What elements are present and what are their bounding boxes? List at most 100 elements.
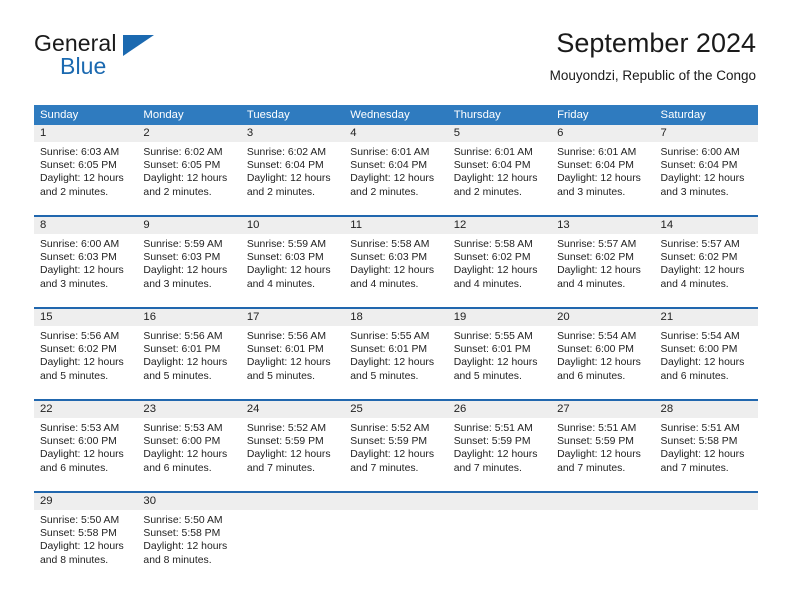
week-row: 22 Sunrise: 5:53 AM Sunset: 6:00 PM Dayl… xyxy=(34,399,758,483)
brand-name-general: General xyxy=(34,30,117,56)
sunrise-text: Sunrise: 5:53 AM xyxy=(143,423,223,434)
day-details: Sunrise: 5:52 AM Sunset: 5:59 PM Dayligh… xyxy=(241,418,344,475)
day-cell[interactable]: 10 Sunrise: 5:59 AM Sunset: 6:03 PM Dayl… xyxy=(240,217,345,299)
daylight-text-line2: and 3 minutes. xyxy=(660,186,729,198)
day-details: Sunrise: 5:58 AM Sunset: 6:03 PM Dayligh… xyxy=(344,234,447,291)
day-cell[interactable]: 20 Sunrise: 5:54 AM Sunset: 6:00 PM Dayl… xyxy=(551,309,655,391)
sunset-text: Sunset: 5:59 PM xyxy=(557,436,634,448)
day-details: Sunrise: 5:51 AM Sunset: 5:58 PM Dayligh… xyxy=(655,418,758,475)
day-cell-empty xyxy=(447,493,552,575)
sunrise-text: Sunrise: 5:54 AM xyxy=(660,331,740,342)
daylight-text-line1: Daylight: 12 hours xyxy=(143,173,228,185)
daylight-text-line1: Daylight: 12 hours xyxy=(350,449,435,461)
title-block: September 2024 Mouyondzi, Republic of th… xyxy=(550,28,756,84)
daylight-text-line2: and 7 minutes. xyxy=(246,462,316,474)
sunset-text: Sunset: 6:05 PM xyxy=(40,160,117,172)
day-cell[interactable]: 27 Sunrise: 5:51 AM Sunset: 5:59 PM Dayl… xyxy=(551,401,655,483)
sunset-text: Sunset: 6:01 PM xyxy=(453,344,531,356)
daylight-text-line1: Daylight: 12 hours xyxy=(246,449,331,461)
day-cell[interactable]: 21 Sunrise: 5:54 AM Sunset: 6:00 PM Dayl… xyxy=(654,309,758,391)
day-cell[interactable]: 15 Sunrise: 5:56 AM Sunset: 6:02 PM Dayl… xyxy=(34,309,138,391)
sunrise-text: Sunrise: 5:52 AM xyxy=(350,423,430,434)
day-cell[interactable]: 5 Sunrise: 6:01 AM Sunset: 6:04 PM Dayli… xyxy=(447,125,552,207)
daylight-text-line1: Daylight: 12 hours xyxy=(246,265,331,277)
day-cell[interactable]: 3 Sunrise: 6:02 AM Sunset: 6:04 PM Dayli… xyxy=(240,125,345,207)
day-cell[interactable]: 14 Sunrise: 5:57 AM Sunset: 6:02 PM Dayl… xyxy=(654,217,758,299)
day-cell-empty xyxy=(654,493,758,575)
sunset-text: Sunset: 6:03 PM xyxy=(143,252,221,264)
day-cell[interactable]: 16 Sunrise: 5:56 AM Sunset: 6:01 PM Dayl… xyxy=(137,309,241,391)
sunrise-text: Sunrise: 5:57 AM xyxy=(557,239,637,250)
daylight-text-line1: Daylight: 12 hours xyxy=(350,173,435,185)
day-number xyxy=(344,493,448,510)
day-details: Sunrise: 6:01 AM Sunset: 6:04 PM Dayligh… xyxy=(448,142,551,199)
daylight-text-line2: and 2 minutes. xyxy=(350,186,419,198)
day-cell[interactable]: 24 Sunrise: 5:52 AM Sunset: 5:59 PM Dayl… xyxy=(240,401,345,483)
sunset-text: Sunset: 6:03 PM xyxy=(246,252,324,264)
daylight-text-line1: Daylight: 12 hours xyxy=(557,265,641,277)
day-details: Sunrise: 6:02 AM Sunset: 6:04 PM Dayligh… xyxy=(241,142,344,199)
daylight-text-line1: Daylight: 12 hours xyxy=(453,265,538,277)
day-cell[interactable]: 25 Sunrise: 5:52 AM Sunset: 5:59 PM Dayl… xyxy=(344,401,448,483)
day-cell[interactable]: 7 Sunrise: 6:00 AM Sunset: 6:04 PM Dayli… xyxy=(654,125,758,207)
day-cell[interactable]: 26 Sunrise: 5:51 AM Sunset: 5:59 PM Dayl… xyxy=(447,401,552,483)
daylight-text-line1: Daylight: 12 hours xyxy=(350,265,435,277)
sunrise-text: Sunrise: 5:59 AM xyxy=(143,239,223,250)
sunset-text: Sunset: 6:04 PM xyxy=(246,160,324,172)
day-cell[interactable]: 9 Sunrise: 5:59 AM Sunset: 6:03 PM Dayli… xyxy=(137,217,241,299)
day-cell-empty xyxy=(344,493,448,575)
sunset-text: Sunset: 6:02 PM xyxy=(660,252,738,264)
sunrise-text: Sunrise: 5:56 AM xyxy=(143,331,223,342)
day-number xyxy=(240,493,345,510)
day-cell[interactable]: 23 Sunrise: 5:53 AM Sunset: 6:00 PM Dayl… xyxy=(137,401,241,483)
weekday-header-wednesday: Wednesday xyxy=(350,109,410,121)
daylight-text-line1: Daylight: 12 hours xyxy=(660,265,745,277)
daylight-text-line1: Daylight: 12 hours xyxy=(40,173,124,185)
daylight-text-line1: Daylight: 12 hours xyxy=(246,357,331,369)
day-details: Sunrise: 5:51 AM Sunset: 5:59 PM Dayligh… xyxy=(551,418,654,475)
sunset-text: Sunset: 6:00 PM xyxy=(40,436,117,448)
day-cell[interactable]: 22 Sunrise: 5:53 AM Sunset: 6:00 PM Dayl… xyxy=(34,401,138,483)
day-cell[interactable]: 2 Sunrise: 6:02 AM Sunset: 6:05 PM Dayli… xyxy=(137,125,241,207)
day-cell-empty xyxy=(240,493,345,575)
calendar-page: General Blue September 2024 Mouyondzi, R… xyxy=(0,0,792,612)
daylight-text-line2: and 2 minutes. xyxy=(143,186,212,198)
day-number: 21 xyxy=(654,309,758,326)
sunrise-text: Sunrise: 5:50 AM xyxy=(40,515,120,526)
day-cell[interactable]: 1 Sunrise: 6:03 AM Sunset: 6:05 PM Dayli… xyxy=(34,125,138,207)
daylight-text-line1: Daylight: 12 hours xyxy=(453,173,538,185)
daylight-text-line1: Daylight: 12 hours xyxy=(660,173,745,185)
day-cell[interactable]: 8 Sunrise: 6:00 AM Sunset: 6:03 PM Dayli… xyxy=(34,217,138,299)
sunset-text: Sunset: 6:01 PM xyxy=(143,344,221,356)
daylight-text-line2: and 7 minutes. xyxy=(350,462,419,474)
day-details: Sunrise: 5:59 AM Sunset: 6:03 PM Dayligh… xyxy=(241,234,344,291)
sunset-text: Sunset: 5:59 PM xyxy=(453,436,531,448)
day-details: Sunrise: 5:50 AM Sunset: 5:58 PM Dayligh… xyxy=(137,510,240,567)
daylight-text-line2: and 7 minutes. xyxy=(453,462,522,474)
day-cell[interactable]: 11 Sunrise: 5:58 AM Sunset: 6:03 PM Dayl… xyxy=(344,217,448,299)
day-details: Sunrise: 5:56 AM Sunset: 6:02 PM Dayligh… xyxy=(34,326,137,383)
day-number: 4 xyxy=(344,125,448,142)
day-cell[interactable]: 19 Sunrise: 5:55 AM Sunset: 6:01 PM Dayl… xyxy=(447,309,552,391)
day-number: 13 xyxy=(551,217,655,234)
day-details: Sunrise: 5:55 AM Sunset: 6:01 PM Dayligh… xyxy=(448,326,551,383)
day-details: Sunrise: 5:51 AM Sunset: 5:59 PM Dayligh… xyxy=(448,418,551,475)
day-cell[interactable]: 30 Sunrise: 5:50 AM Sunset: 5:58 PM Dayl… xyxy=(137,493,241,575)
week-row: 1 Sunrise: 6:03 AM Sunset: 6:05 PM Dayli… xyxy=(34,125,758,207)
sunrise-text: Sunrise: 5:50 AM xyxy=(143,515,223,526)
day-cell[interactable]: 28 Sunrise: 5:51 AM Sunset: 5:58 PM Dayl… xyxy=(654,401,758,483)
day-cell[interactable]: 29 Sunrise: 5:50 AM Sunset: 5:58 PM Dayl… xyxy=(34,493,138,575)
day-cell[interactable]: 6 Sunrise: 6:01 AM Sunset: 6:04 PM Dayli… xyxy=(551,125,655,207)
weekday-header-saturday: Saturday xyxy=(660,109,706,121)
day-cell[interactable]: 17 Sunrise: 5:56 AM Sunset: 6:01 PM Dayl… xyxy=(240,309,345,391)
day-cell[interactable]: 12 Sunrise: 5:58 AM Sunset: 6:02 PM Dayl… xyxy=(447,217,552,299)
sunrise-text: Sunrise: 6:00 AM xyxy=(660,147,740,158)
daylight-text-line2: and 4 minutes. xyxy=(557,278,626,290)
sunset-text: Sunset: 5:59 PM xyxy=(246,436,324,448)
day-cell[interactable]: 4 Sunrise: 6:01 AM Sunset: 6:04 PM Dayli… xyxy=(344,125,448,207)
brand-logo[interactable]: General Blue xyxy=(34,32,234,88)
sunrise-text: Sunrise: 5:52 AM xyxy=(246,423,326,434)
weekday-header-monday: Monday xyxy=(143,109,184,121)
day-cell[interactable]: 13 Sunrise: 5:57 AM Sunset: 6:02 PM Dayl… xyxy=(551,217,655,299)
day-cell[interactable]: 18 Sunrise: 5:55 AM Sunset: 6:01 PM Dayl… xyxy=(344,309,448,391)
